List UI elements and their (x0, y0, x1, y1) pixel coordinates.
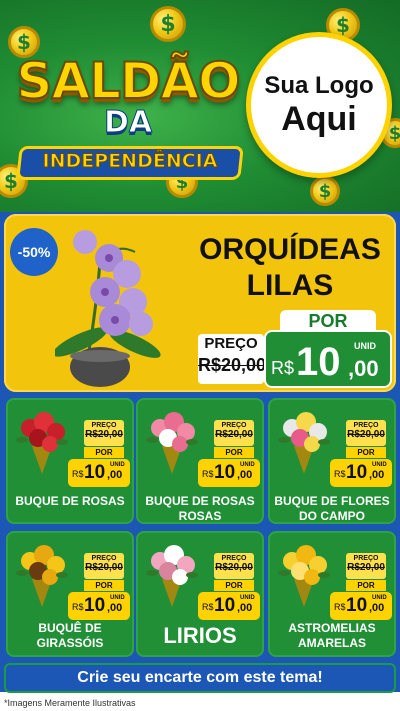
title-da: DA (103, 105, 153, 141)
old-price-box: PREÇO R$20,00 (346, 553, 386, 579)
price-box: R$ 10,00 UNID (330, 592, 392, 620)
title-independencia: INDEPENDÊNCIA (42, 150, 218, 173)
product-name: BUQUE DE ROSAS ROSAS (145, 494, 255, 523)
por-label: POR (84, 580, 124, 591)
price-cents: ,00 (107, 469, 123, 481)
product-name: LIRIOS (163, 623, 237, 648)
price-box: R$ 10,00 UNID (198, 459, 260, 487)
currency: R$ (72, 469, 84, 479)
logo-placeholder[interactable]: Sua Logo Aqui (246, 32, 392, 178)
price-box: R$ 10,00 UNID (68, 592, 130, 620)
por-label: POR (214, 580, 254, 591)
coin-icon: $ (310, 176, 340, 206)
unit-label: UNID (240, 462, 255, 468)
bouquet-image (278, 412, 330, 474)
price-integer: 10 (84, 462, 106, 483)
old-price: R$20,00 (215, 562, 253, 573)
por-label: POR (214, 447, 254, 458)
header-banner: $ $ $ $ $ $ $ SALDÃO DA INDEPENDÊNCIA Su… (0, 0, 400, 212)
featured-unit-label: UNID (354, 341, 376, 351)
featured-product-name: ORQUÍDEAS LILAS (190, 232, 390, 304)
logo-text-line1: Sua Logo (264, 72, 374, 99)
preco-label: PREÇO (221, 555, 247, 562)
currency: R$ (202, 469, 214, 479)
logo-text-line2: Aqui (281, 100, 357, 138)
price-integer: 10 (84, 595, 106, 616)
old-price-box: PREÇO R$20,00 (214, 420, 254, 446)
price-cents: ,00 (237, 469, 253, 481)
price-cents: ,00 (369, 602, 385, 614)
unit-label: UNID (110, 595, 125, 601)
old-price-box: PREÇO R$20,00 (84, 420, 124, 446)
product-name: BUQUE DE ROSAS (15, 494, 125, 508)
old-price: R$20,00 (347, 429, 385, 440)
preco-label: PREÇO (221, 422, 247, 429)
unit-label: UNID (372, 462, 387, 468)
price-integer: 10 (346, 595, 368, 616)
bouquet-image (278, 545, 330, 607)
old-price-box: PREÇO R$20,00 (214, 553, 254, 579)
orchid-image (55, 230, 161, 387)
unit-label: UNID (240, 595, 255, 601)
price-integer: 10 (214, 462, 236, 483)
featured-currency: R$ (271, 358, 295, 378)
old-price: R$20,00 (215, 429, 253, 440)
old-price-box: PREÇO R$20,00 (84, 553, 124, 579)
create-flyer-button[interactable]: Crie seu encarte com este tema! (4, 663, 396, 693)
currency: R$ (334, 469, 346, 479)
price-integer: 10 (346, 462, 368, 483)
bouquet-image (146, 412, 198, 474)
old-price: R$20,00 (85, 562, 123, 573)
preco-label: PREÇO (353, 422, 379, 429)
discount-badge: -50% (10, 228, 58, 276)
old-price: R$20,00 (85, 429, 123, 440)
preco-label: PREÇO (91, 555, 117, 562)
bouquet-image (146, 545, 198, 607)
featured-por-label: POR (308, 311, 348, 331)
old-price: R$20,00 (347, 562, 385, 573)
featured-preco-label: PREÇO (204, 335, 258, 352)
featured-price-cents: ,00 (348, 356, 379, 381)
price-cents: ,00 (237, 602, 253, 614)
old-price-box: PREÇO R$20,00 (346, 420, 386, 446)
currency: R$ (334, 602, 346, 612)
preco-label: PREÇO (353, 555, 379, 562)
price-box: R$ 10,00 UNID (68, 459, 130, 487)
title-saldao: SALDÃO (15, 51, 241, 111)
featured-old-price: R$20,00 (198, 355, 267, 375)
currency: R$ (72, 602, 84, 612)
sale-title: SALDÃO DA INDEPENDÊNCIA (8, 30, 248, 200)
bouquet-image (16, 545, 68, 607)
price-box: R$ 10,00 UNID (198, 592, 260, 620)
unit-label: UNID (110, 462, 125, 468)
disclaimer-text: *Imagens Meramente Ilustrativas (4, 698, 136, 708)
currency: R$ (202, 602, 214, 612)
price-cents: ,00 (369, 469, 385, 481)
preco-label: PREÇO (91, 422, 117, 429)
product-name: BUQUE DE FLORES DO CAMPO (274, 494, 390, 523)
por-label: POR (346, 447, 386, 458)
price-cents: ,00 (107, 602, 123, 614)
featured-name-line1: ORQUÍDEAS (199, 233, 381, 266)
por-label: POR (346, 580, 386, 591)
por-label: POR (84, 447, 124, 458)
product-name: BUQUÊ DE GIRASSÓIS (36, 621, 104, 650)
price-box: R$ 10,00 UNID (330, 459, 392, 487)
price-integer: 10 (214, 595, 236, 616)
featured-name-line2: LILAS (246, 269, 334, 302)
product-name: ASTROMELIAS AMARELAS (288, 621, 376, 650)
bouquet-image (16, 412, 68, 474)
unit-label: UNID (372, 595, 387, 601)
featured-price-integer: 10 (296, 340, 341, 384)
